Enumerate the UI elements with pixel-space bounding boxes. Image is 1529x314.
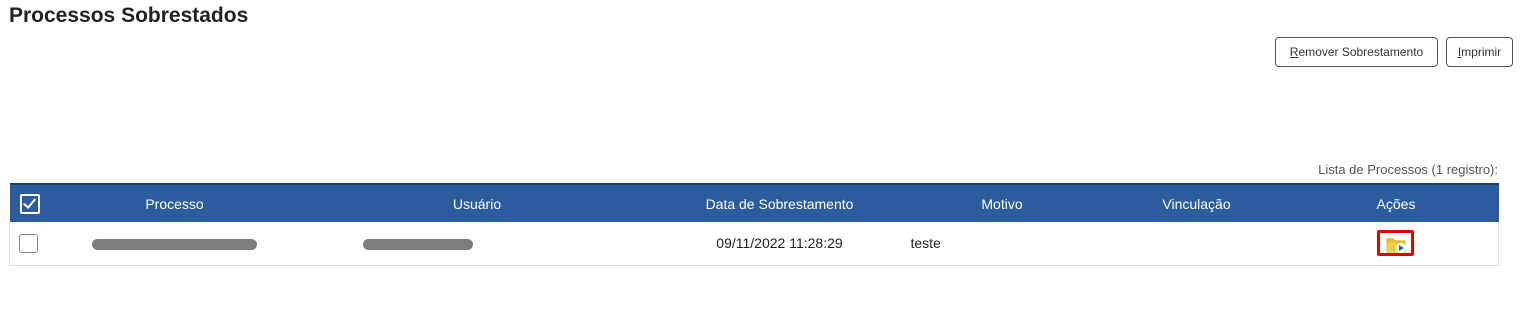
column-header-data[interactable]: Data de Sobrestamento <box>655 184 905 222</box>
data-cell: 09/11/2022 11:28:29 <box>716 235 843 252</box>
column-header-usuario[interactable]: Usuário <box>300 184 655 222</box>
row-select-cell <box>10 222 50 265</box>
column-header-processo[interactable]: Processo <box>50 184 300 222</box>
table-caption: Lista de Processos (1 registro): <box>1318 162 1498 177</box>
redacted-usuario <box>362 239 473 251</box>
table-row: 09/11/2022 11:28:29 teste <box>9 222 1499 265</box>
column-header-motivo[interactable]: Motivo <box>905 184 1100 222</box>
table-header-row: Processo Usuário Data de Sobrestamento M… <box>9 184 1499 222</box>
page-title: Processos Sobrestados <box>9 4 249 27</box>
print-button[interactable]: Imprimir <box>1446 37 1513 67</box>
process-table: Processo Usuário Data de Sobrestamento M… <box>9 183 1499 266</box>
processo-cell[interactable] <box>50 222 300 265</box>
row-checkbox[interactable] <box>19 233 38 253</box>
column-header-acoes: Ações <box>1376 195 1416 212</box>
select-all-cell[interactable] <box>10 184 50 222</box>
motivo-cell: teste <box>910 235 941 252</box>
remove-sobrestamento-button[interactable]: Remover Sobrestamento <box>1275 37 1438 67</box>
redacted-processo <box>92 239 257 251</box>
acoes-cell <box>1294 222 1499 265</box>
checkbox-checked-icon[interactable] <box>19 193 40 214</box>
vinculacao-cell <box>1100 222 1294 265</box>
usuario-cell <box>300 222 655 265</box>
column-header-vinculacao[interactable]: Vinculação <box>1100 184 1294 222</box>
folder-arrow-icon <box>1386 238 1407 254</box>
reactivate-process-action[interactable] <box>1377 230 1415 257</box>
